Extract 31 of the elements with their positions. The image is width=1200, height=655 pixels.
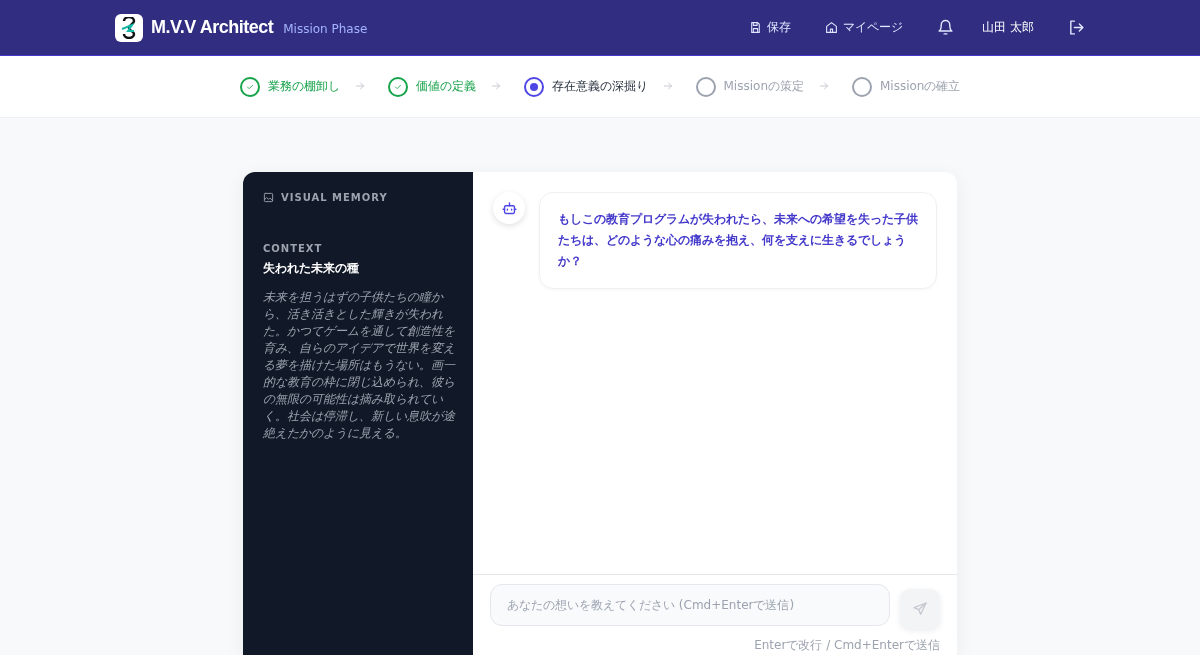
robot-icon <box>500 199 518 217</box>
my-page-link[interactable]: マイページ <box>825 19 904 36</box>
step-item: 存在意義の深掘り <box>523 76 648 97</box>
context-label: CONTEXT <box>263 243 324 254</box>
step-item: Missionの策定 <box>695 76 804 97</box>
logo-icon <box>115 13 143 42</box>
app-title: M.V.V Architect <box>151 17 274 38</box>
phase-label: Mission Phase <box>283 22 368 36</box>
send-icon <box>912 601 928 617</box>
user-name[interactable]: 山田 太郎 <box>982 19 1034 36</box>
message-bubble: もしこの教育プログラムが失われたら、未来への希望を失った子供たちは、どのような心の痛みを抱え、何を支えに生きるでしょうか？ <box>539 192 937 289</box>
message-input[interactable]: あなたの想いを教えてください (Cmd+Enterで送信) <box>490 584 890 626</box>
input-hint: Enterで改行 / Cmd+Enterで送信 <box>754 637 940 654</box>
context-text: 未来を担うはずの子供たちの瞳から、活き活きとした輝きが失われた。かつてゲームを通して創造性を育み、自らのアイデアで世界を変える夢を描けた場所はもうない。画一的な教育の枠に閉じ込められ、彼らの無限の可能性は摘み取られていく。社会は停滞し、新しい息吹が途絶えたかのように見える。 <box>263 289 457 442</box>
bell-icon <box>937 19 955 36</box>
save-button[interactable]: 保存 <box>749 19 792 36</box>
save-icon <box>749 21 763 34</box>
arrow-icon <box>661 80 674 92</box>
notification-button[interactable] <box>937 19 955 36</box>
context-title: 失われた未来の種 <box>263 260 360 277</box>
arrow-icon <box>489 80 502 92</box>
image-icon <box>263 192 274 203</box>
step-item: 価値の定義 <box>387 76 476 97</box>
logout-icon <box>1068 19 1085 36</box>
arrow-icon <box>353 80 366 92</box>
panel-title: VISUAL MEMORY <box>281 192 388 203</box>
step-item: 業務の棚卸し <box>239 76 340 97</box>
logout-button[interactable] <box>1068 19 1085 36</box>
step-item: Missionの確立 <box>852 76 961 97</box>
arrow-icon <box>818 80 830 92</box>
home-icon <box>825 21 839 34</box>
